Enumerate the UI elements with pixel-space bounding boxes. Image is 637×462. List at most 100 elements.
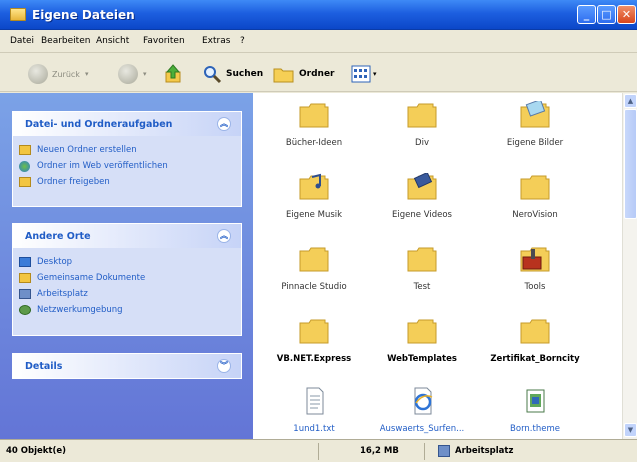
- task-publish-web-label: Ordner im Web veröffentlichen: [37, 161, 168, 171]
- status-object-count: 40 Objekt(e): [6, 446, 67, 456]
- search-button[interactable]: Suchen: [202, 62, 263, 86]
- search-icon: [204, 66, 222, 84]
- collapse-chevron-icon[interactable]: ︽: [217, 229, 231, 243]
- scroll-down-arrow-icon[interactable]: ▼: [624, 423, 637, 437]
- folder-icon: [407, 103, 437, 128]
- tasks-panel-header[interactable]: Datei- und Ordneraufgaben ︽: [13, 112, 241, 136]
- status-size: 16,2 MB: [360, 446, 399, 456]
- status-location: Arbeitsplatz: [455, 446, 514, 456]
- menu-bar: Datei Bearbeiten Ansicht Favoriten Extra…: [0, 31, 637, 79]
- tasks-panel-title: Datei- und Ordneraufgaben: [25, 119, 173, 130]
- chevron-down-icon: ▾: [143, 70, 147, 78]
- folder-icon: [299, 247, 329, 272]
- scrollbar-thumb[interactable]: [624, 109, 637, 219]
- task-share-folder[interactable]: Ordner freigeben: [13, 174, 241, 190]
- task-new-folder-label: Neuen Ordner erstellen: [37, 145, 137, 155]
- task-share-folder-label: Ordner freigeben: [37, 177, 110, 187]
- places-panel: Andere Orte ︽ Desktop Gemeinsame Dokumen…: [12, 223, 242, 336]
- task-publish-web[interactable]: Ordner im Web veröffentlichen: [13, 158, 241, 174]
- task-new-folder[interactable]: Neuen Ordner erstellen: [13, 142, 241, 158]
- minimize-button[interactable]: _: [577, 5, 596, 24]
- back-label: Zurück: [52, 69, 80, 79]
- views-icon: [351, 65, 371, 83]
- file-name: Eigene Videos: [392, 210, 452, 220]
- window-title: Eigene Dateien: [32, 8, 135, 22]
- file-name: VB.NET.Express: [276, 354, 352, 364]
- scroll-up-arrow-icon[interactable]: ▲: [624, 94, 637, 108]
- place-network-label: Netzwerkumgebung: [37, 305, 123, 315]
- status-divider: [318, 443, 319, 460]
- folder-icon: [407, 247, 437, 272]
- file-name: Eigene Musik: [285, 210, 343, 220]
- place-shared-documents[interactable]: Gemeinsame Dokumente: [13, 270, 241, 286]
- folder-icon: [299, 319, 329, 344]
- place-desktop[interactable]: Desktop: [13, 254, 241, 270]
- theme-file-icon: [526, 389, 545, 413]
- details-panel-title: Details: [25, 361, 63, 372]
- task-pane: Datei- und Ordneraufgaben ︽ Neuen Ordner…: [0, 93, 253, 439]
- menu-extras[interactable]: Extras: [202, 36, 230, 46]
- folders-button[interactable]: Ordner: [273, 62, 334, 86]
- views-button[interactable]: ▾: [351, 62, 377, 86]
- folder-icon: [520, 319, 550, 344]
- file-name: Bücher-Ideen: [285, 138, 343, 148]
- place-my-computer-label: Arbeitsplatz: [37, 289, 88, 299]
- chevron-down-icon: ▾: [373, 70, 377, 78]
- up-folder-button[interactable]: [163, 62, 183, 86]
- title-bar[interactable]: Eigene Dateien _ □ ✕: [0, 0, 637, 30]
- place-my-computer[interactable]: Arbeitsplatz: [13, 286, 241, 302]
- tasks-panel: Datei- und Ordneraufgaben ︽ Neuen Ordner…: [12, 111, 242, 207]
- menu-datei[interactable]: Datei: [10, 36, 34, 46]
- folders-label: Ordner: [299, 69, 335, 79]
- chevron-down-icon: ▾: [84, 70, 89, 78]
- file-name: Eigene Bilder: [506, 138, 564, 148]
- network-icon: [19, 305, 31, 315]
- file-name: Pinnacle Studio: [281, 282, 347, 292]
- details-panel-header[interactable]: Details ︾: [13, 354, 241, 378]
- file-name: Auswaerts_Surfen...: [379, 424, 465, 434]
- menu-favoriten[interactable]: Favoriten: [143, 36, 185, 46]
- file-name: NeroVision: [512, 210, 558, 220]
- back-button[interactable]: Zurück ▾: [28, 62, 88, 86]
- toolbar: Zurück ▾ ▾ Suchen Ordner ▾: [0, 54, 637, 92]
- menu-help[interactable]: ?: [240, 36, 245, 46]
- explorer-window: Eigene Dateien _ □ ✕ Datei Bearbeiten An…: [0, 0, 637, 462]
- forward-button[interactable]: ▾: [118, 62, 147, 86]
- ie-file-icon: [414, 387, 433, 415]
- collapse-chevron-icon[interactable]: ︽: [217, 117, 231, 131]
- file-name: Tools: [524, 282, 546, 292]
- places-panel-header[interactable]: Andere Orte ︽: [13, 224, 241, 248]
- vertical-scrollbar[interactable]: ▲ ▼: [622, 93, 637, 439]
- up-arrow-icon: [165, 64, 181, 83]
- videos-folder-icon: [407, 173, 437, 200]
- tools-folder-icon: [520, 247, 550, 272]
- computer-icon: [19, 289, 31, 299]
- new-folder-icon: [19, 145, 31, 155]
- place-shared-documents-label: Gemeinsame Dokumente: [37, 273, 146, 283]
- pictures-folder-icon: [520, 101, 550, 128]
- expand-chevron-icon[interactable]: ︾: [217, 359, 231, 373]
- folder-icon: [520, 175, 550, 200]
- back-arrow-icon: [28, 64, 48, 84]
- place-desktop-label: Desktop: [37, 257, 73, 267]
- menu-bearbeiten[interactable]: Bearbeiten: [41, 36, 90, 46]
- file-name: WebTemplates: [387, 354, 457, 364]
- file-name: Zertifikat_Borncity: [490, 354, 580, 364]
- folder-icon: [10, 8, 26, 21]
- folder-icon: [19, 273, 31, 283]
- music-folder-icon: [299, 173, 329, 200]
- globe-icon: [19, 161, 30, 172]
- text-file-icon: [306, 387, 324, 415]
- search-label: Suchen: [226, 69, 264, 79]
- file-name: Test: [413, 282, 431, 292]
- place-network[interactable]: Netzwerkumgebung: [13, 302, 241, 318]
- status-bar: 40 Objekt(e) 16,2 MB Arbeitsplatz: [0, 439, 637, 462]
- desktop-icon: [19, 257, 31, 267]
- details-panel: Details ︾: [12, 353, 242, 379]
- forward-arrow-icon: [118, 64, 138, 84]
- maximize-button[interactable]: □: [597, 5, 616, 24]
- file-name: Div: [415, 138, 429, 148]
- close-button[interactable]: ✕: [617, 5, 636, 24]
- folders-icon: [273, 68, 294, 83]
- menu-ansicht[interactable]: Ansicht: [96, 36, 129, 46]
